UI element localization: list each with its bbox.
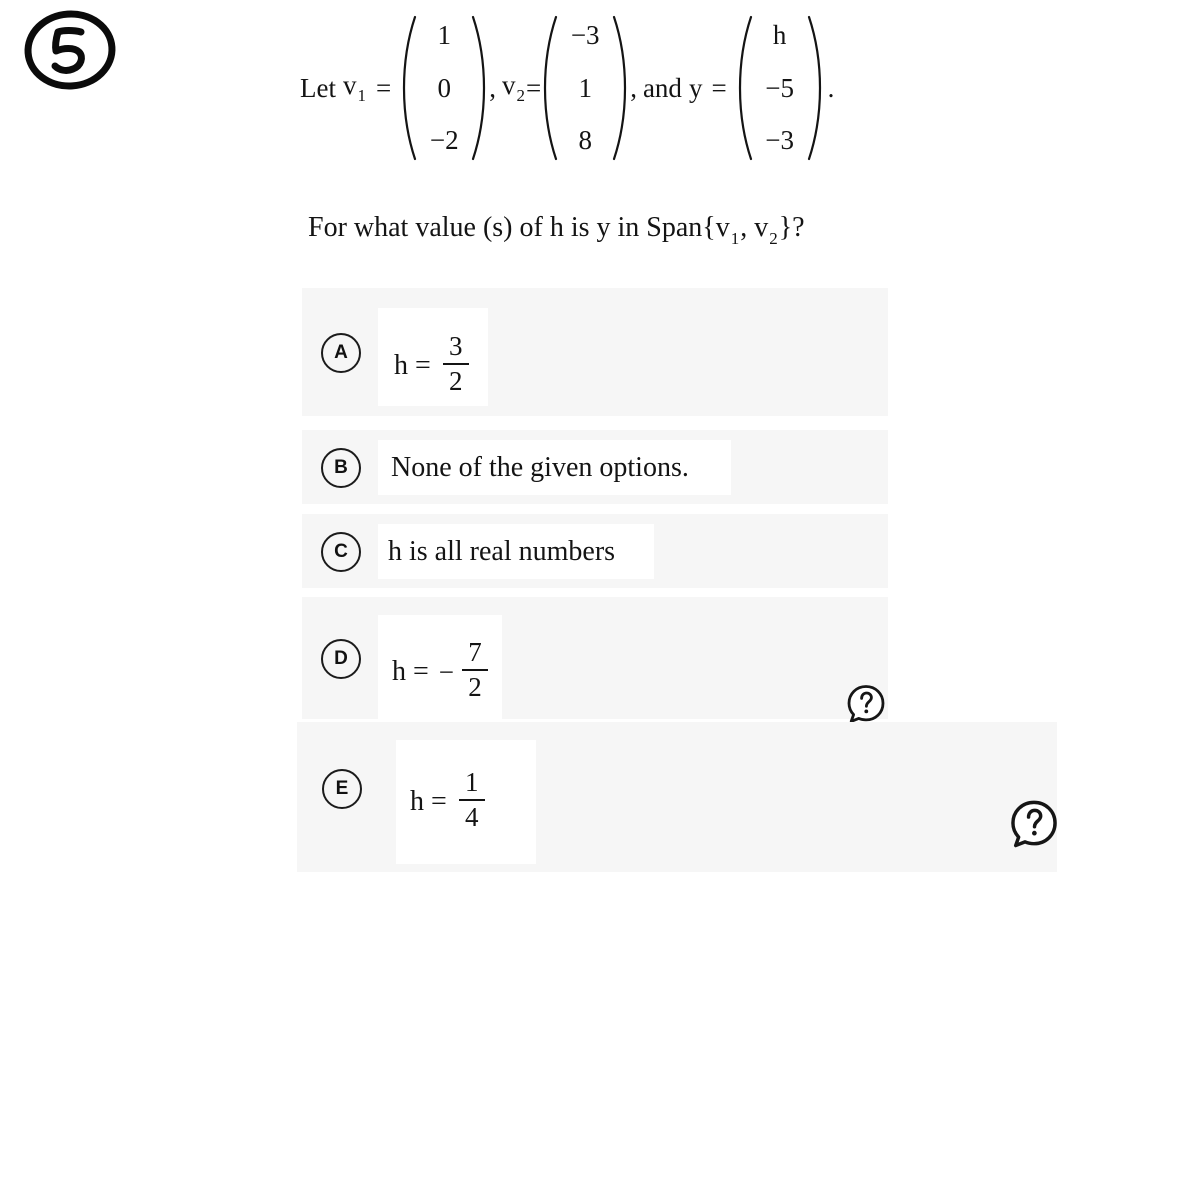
vector-v2: −3 1 8 bbox=[543, 14, 627, 162]
right-paren-icon bbox=[612, 14, 627, 162]
option-e-lhs: h = bbox=[410, 786, 447, 818]
vector-y-entry-2: −3 bbox=[765, 125, 795, 155]
option-a-lhs: h = bbox=[394, 350, 431, 382]
option-e-equation: h = 1 4 bbox=[410, 767, 487, 835]
comma-2: , bbox=[630, 72, 637, 103]
vector-v2-entry-1: 1 bbox=[578, 72, 592, 103]
option-e-bullet[interactable]: E bbox=[322, 769, 362, 809]
vector-y-entry-1: −5 bbox=[765, 72, 795, 103]
vector-v1-entries: 1 0 −2 bbox=[417, 14, 471, 162]
option-d-numerator: 7 bbox=[468, 637, 482, 667]
vector-y-entries: h −5 −3 bbox=[753, 14, 807, 162]
question-v1: v bbox=[715, 212, 730, 243]
vector-v1-entry-2: −2 bbox=[429, 125, 459, 155]
statement-row: Let v1 = 1 0 −2 , v2 = −3 1 8 , and y = … bbox=[300, 14, 920, 162]
option-d-equation: h = − 7 2 bbox=[392, 637, 490, 705]
vector-v1-entry-1: 0 bbox=[437, 72, 451, 103]
comma-1: , bbox=[489, 72, 496, 103]
question-v2-sub: 2 bbox=[769, 228, 778, 248]
vector-y: h −5 −3 bbox=[738, 14, 822, 162]
left-paren-icon bbox=[543, 14, 558, 162]
vector-v2-entry-0: −3 bbox=[570, 20, 600, 50]
option-a-text: h = 3 2 bbox=[394, 331, 471, 399]
help-bubble-d-icon[interactable] bbox=[845, 683, 887, 725]
left-paren-icon bbox=[738, 14, 753, 162]
help-bubble-e-icon[interactable] bbox=[1008, 798, 1060, 850]
question-suffix: }? bbox=[778, 212, 805, 243]
question-v1-sub: 1 bbox=[730, 228, 740, 248]
statement-period: . bbox=[827, 72, 835, 103]
question-prompt: For what value (s) of h is y in Span{v1,… bbox=[308, 212, 805, 249]
option-d-bullet[interactable]: D bbox=[321, 639, 361, 679]
option-c-text: h is all real numbers bbox=[388, 536, 616, 567]
statement-lead: Let bbox=[300, 72, 336, 103]
question-number-annotation bbox=[18, 8, 122, 94]
option-e-text: h = 1 4 bbox=[410, 767, 487, 835]
vector-v2-subscript: 2 bbox=[516, 86, 525, 106]
option-a-equation: h = 3 2 bbox=[394, 331, 471, 399]
option-a-denominator: 2 bbox=[449, 366, 463, 397]
option-a-fraction: 3 2 bbox=[442, 331, 469, 397]
option-c-bullet[interactable]: C bbox=[321, 532, 361, 572]
equals-2: = bbox=[525, 72, 542, 103]
conjunction: and bbox=[642, 72, 682, 103]
option-a-row[interactable] bbox=[302, 288, 888, 416]
option-d-lhs: h = bbox=[392, 656, 429, 688]
option-d-row[interactable] bbox=[302, 597, 888, 719]
option-d-fraction: 7 2 bbox=[462, 637, 489, 703]
option-e-denominator: 4 bbox=[465, 802, 479, 833]
vector-v2-name: v bbox=[501, 69, 516, 100]
fraction-bar bbox=[458, 799, 485, 802]
equals-3: = bbox=[711, 72, 727, 103]
right-paren-icon bbox=[471, 14, 486, 162]
question-v2: v bbox=[754, 212, 769, 243]
option-a-numerator: 3 bbox=[449, 331, 463, 361]
circled-five-icon bbox=[24, 10, 116, 90]
vector-y-entry-0: h bbox=[772, 20, 787, 50]
fraction-bar bbox=[442, 363, 469, 366]
vector-v1-entry-0: 1 bbox=[437, 20, 451, 50]
vector-y-label: y bbox=[688, 72, 703, 103]
question-prefix: For what value (s) of h is y in Span{ bbox=[308, 212, 716, 243]
left-paren-icon bbox=[402, 14, 417, 162]
option-e-fraction: 1 4 bbox=[458, 767, 485, 833]
vector-v1-subscript: 1 bbox=[357, 86, 366, 106]
option-d-text: h = − 7 2 bbox=[392, 637, 490, 705]
vector-v1-name: v bbox=[342, 69, 357, 100]
vector-v2-entries: −3 1 8 bbox=[558, 14, 612, 162]
option-b-text: None of the given options. bbox=[391, 452, 689, 483]
option-d-negative-sign: − bbox=[438, 656, 455, 687]
right-paren-icon bbox=[807, 14, 822, 162]
vector-v1-label: v1 bbox=[342, 69, 367, 106]
option-a-bullet[interactable]: A bbox=[321, 333, 361, 373]
vector-v1: 1 0 −2 bbox=[402, 14, 486, 162]
vector-v2-entry-2: 8 bbox=[578, 125, 592, 155]
option-d-denominator: 2 bbox=[468, 672, 482, 703]
option-b-bullet[interactable]: B bbox=[321, 448, 361, 488]
question-separator: , bbox=[740, 212, 755, 243]
equals-1: = bbox=[375, 72, 392, 103]
vector-v2-label: v2 bbox=[501, 69, 526, 106]
option-e-numerator: 1 bbox=[465, 767, 479, 797]
fraction-bar bbox=[462, 669, 489, 672]
problem-statement: Let v1 = 1 0 −2 , v2 = −3 1 8 , and y = … bbox=[300, 14, 920, 162]
